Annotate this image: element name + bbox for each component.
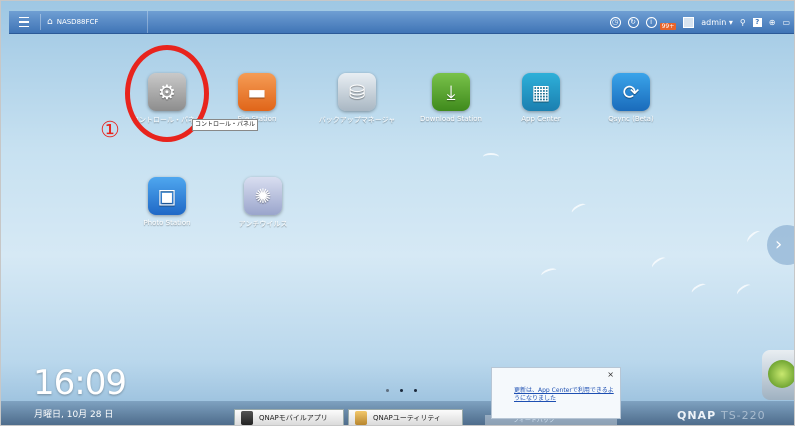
qnap-logo: QNAP TS-220 — [677, 409, 766, 422]
help-icon[interactable]: ? — [752, 17, 762, 27]
home-icon: ⌂ — [47, 17, 53, 27]
app-app-center[interactable]: ▦ App Center — [501, 73, 581, 123]
app-backup-manager[interactable]: ⛁ バックアップマネージャ — [317, 73, 397, 125]
background-tasks-icon[interactable]: ◷ — [609, 16, 621, 28]
grid-icon: ▦ — [522, 73, 560, 111]
top-bar-actions: ◷ ↻ i 99+ admin ▾ ⚲ ? ⊕ ▭ — [609, 11, 790, 33]
home-tab[interactable]: ⌂ NASD88FCF — [43, 11, 148, 33]
page-dot[interactable] — [400, 389, 403, 392]
notification-link[interactable]: 更新は、App Centerで利用できるようになりました — [514, 387, 614, 403]
event-notification-icon[interactable]: i — [645, 16, 657, 28]
chevron-right-icon: › — [775, 234, 783, 255]
backup-icon: ⛁ — [338, 73, 376, 111]
bird-decoration — [690, 281, 708, 297]
bird-decoration — [483, 153, 499, 161]
antivirus-icon: ✺ — [244, 177, 282, 215]
app-label: Download Station — [420, 115, 482, 123]
utility-icon — [355, 411, 367, 425]
chevron-down-icon: ▾ — [728, 17, 733, 27]
avatar[interactable] — [683, 16, 695, 28]
hamburger-icon — [19, 15, 29, 29]
page-indicator — [386, 389, 417, 392]
taskbar-item-label: QNAPモバイルアプリ — [259, 414, 328, 422]
divider — [40, 14, 41, 30]
app-label: バックアップマネージャ — [318, 116, 396, 124]
app-label: Photo Station — [143, 219, 191, 227]
bird-decoration — [735, 282, 753, 298]
next-page-button[interactable]: › — [767, 225, 794, 265]
search-icon[interactable]: ⚲ — [740, 18, 746, 27]
bird-decoration — [745, 228, 763, 246]
close-icon[interactable]: × — [607, 370, 614, 379]
app-label: アンチウイルス — [238, 220, 288, 228]
app-label: Qsync (Beta) — [608, 115, 654, 123]
page-dot[interactable] — [414, 389, 417, 392]
nas-name: NASD88FCF — [56, 18, 99, 26]
user-menu[interactable]: admin ▾ — [701, 18, 733, 27]
taskbar-item-mobile-apps[interactable]: QNAPモバイルアプリ — [234, 409, 344, 425]
photo-icon: ▣ — [148, 177, 186, 215]
notification-count-badge: 99+ — [659, 22, 677, 30]
sync-icon: ⟳ — [612, 73, 650, 111]
bird-decoration — [650, 255, 668, 271]
app-download-station[interactable]: ⤓ Download Station — [411, 73, 491, 123]
folder-icon: ▬ — [238, 73, 276, 111]
model-name: TS-220 — [720, 409, 766, 422]
external-device-icon[interactable]: ↻ — [627, 16, 639, 28]
desktop: ⌂ NASD88FCF ◷ ↻ i 99+ admin ▾ ⚲ ? ⊕ ▭ ⚙ … — [0, 0, 795, 426]
clock-time: 16:09 — [33, 363, 127, 403]
brand-name: QNAP — [677, 409, 717, 422]
step-number: ① — [100, 118, 120, 143]
display-options-icon[interactable]: ▭ — [782, 18, 790, 27]
bird-decoration — [570, 201, 588, 217]
taskbar-item-label: QNAPユーティリティ — [373, 414, 441, 422]
language-globe-icon[interactable]: ⊕ — [769, 18, 776, 27]
taskbar-item-utilities[interactable]: QNAPユーティリティ — [348, 409, 463, 425]
main-menu-button[interactable] — [11, 12, 37, 32]
app-antivirus[interactable]: ✺ アンチウイルス — [223, 177, 303, 229]
dashboard-gauge-icon — [768, 360, 794, 388]
clock-date: 月曜日, 10月 28 日 — [34, 410, 114, 420]
download-icon: ⤓ — [432, 73, 470, 111]
dashboard-widget[interactable] — [762, 350, 794, 400]
user-name: admin — [701, 17, 727, 27]
top-bar: ⌂ NASD88FCF ◷ ↻ i 99+ admin ▾ ⚲ ? ⊕ ▭ — [9, 11, 794, 34]
mobile-app-icon — [241, 411, 253, 425]
page-dot[interactable] — [386, 389, 389, 392]
bird-decoration — [540, 266, 558, 280]
tooltip: コントロール・パネル — [192, 119, 259, 131]
update-notification: × 更新は、App Centerで利用できるようになりました — [491, 367, 621, 419]
app-label: App Center — [521, 115, 561, 123]
app-photo-station[interactable]: ▣ Photo Station — [127, 177, 207, 227]
app-file-station[interactable]: ▬ File Station — [217, 73, 297, 123]
app-qsync[interactable]: ⟳ Qsync (Beta) — [591, 73, 671, 123]
